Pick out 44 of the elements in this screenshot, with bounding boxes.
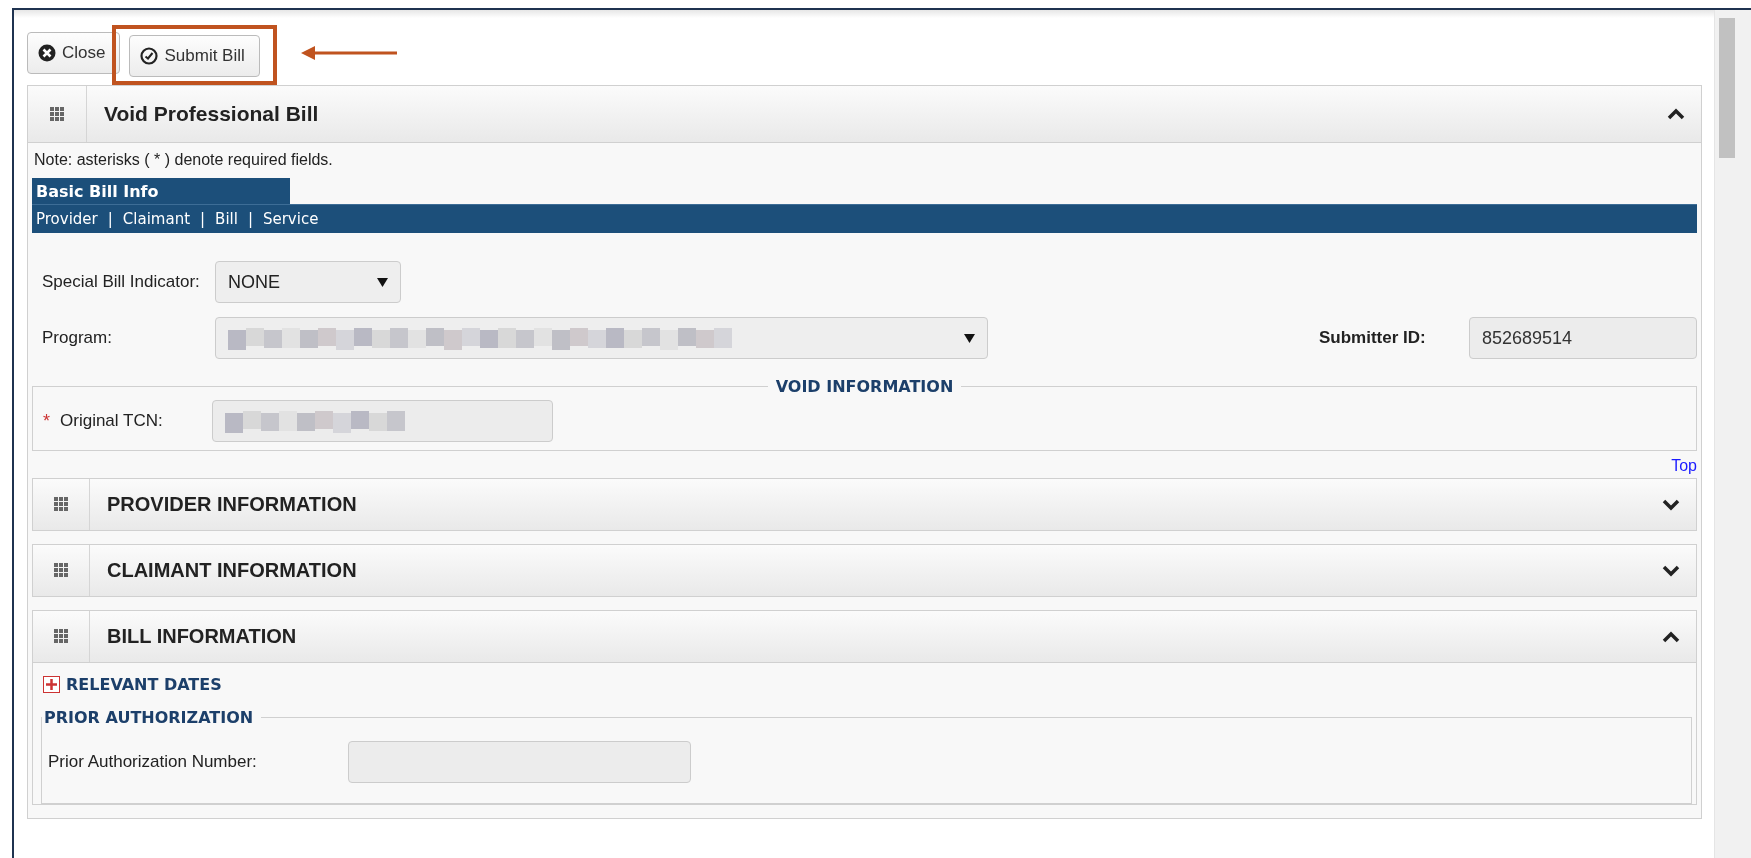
expand-plus-icon[interactable]: [43, 676, 60, 693]
nav-separator: |: [247, 210, 253, 228]
section-title: BILL INFORMATION: [106, 625, 298, 648]
chevron-up-icon[interactable]: [1662, 630, 1680, 643]
grid-icon: [49, 106, 65, 122]
nav-separator: |: [107, 210, 113, 228]
fieldset-legend: PRIOR AUTHORIZATION: [42, 708, 262, 727]
panel-title: Void Professional Bill: [103, 102, 320, 126]
nav-separator: |: [200, 210, 206, 228]
chevron-down-icon[interactable]: [1662, 498, 1680, 511]
scrollbar[interactable]: [1714, 10, 1751, 858]
nav-link[interactable]: Claimant: [122, 210, 191, 228]
section-tab[interactable]: Basic Bill Info: [32, 178, 290, 204]
top-link[interactable]: Top: [1671, 457, 1697, 475]
submitter-id-field[interactable]: 852689514: [1469, 317, 1697, 359]
grid-icon: [53, 497, 69, 512]
chevron-down-icon[interactable]: [1662, 564, 1680, 577]
close-button[interactable]: Close: [27, 32, 121, 74]
section-title: PROVIDER INFORMATION: [106, 493, 358, 516]
nav-link[interactable]: Provider: [36, 210, 98, 228]
scrollbar-thumb[interactable]: [1719, 18, 1735, 158]
grid-icon: [53, 629, 69, 644]
field-label: Program:: [41, 328, 113, 348]
dropdown-caret-icon: [964, 333, 975, 343]
relevant-dates-link[interactable]: RELEVANT DATES: [66, 675, 222, 694]
special-bill-indicator-select[interactable]: NONE: [215, 261, 401, 303]
note-text: Note: asterisks ( * ) denote required fields.: [33, 150, 334, 170]
field-label: Prior Authorization Number:: [47, 752, 258, 772]
nav-link[interactable]: Bill: [215, 210, 238, 228]
section-title: CLAIMANT INFORMATION: [106, 559, 358, 582]
field-label: Special Bill Indicator:: [41, 272, 201, 292]
field-label: Submitter ID:: [1319, 328, 1427, 348]
nav-link[interactable]: Service: [262, 210, 319, 228]
check-circle-icon: [140, 47, 159, 65]
field-label: Original TCN:: [60, 411, 164, 431]
chevron-up-icon[interactable]: [1667, 108, 1685, 120]
grid-icon: [53, 563, 69, 578]
required-mark: *: [43, 410, 50, 432]
original-tcn-field[interactable]: [212, 400, 553, 442]
dropdown-caret-icon: [377, 277, 388, 287]
close-icon: [38, 44, 56, 62]
submit-button[interactable]: Submit Bill: [129, 35, 260, 77]
prior-authorization-field[interactable]: [348, 741, 691, 783]
fieldset-legend: VOID INFORMATION: [767, 377, 962, 396]
